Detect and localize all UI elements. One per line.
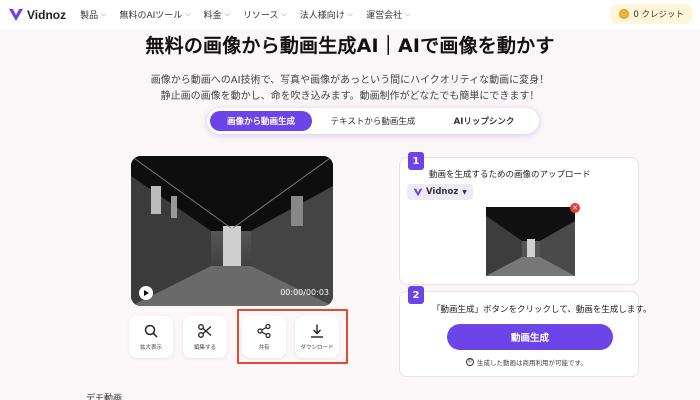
remove-image-button[interactable]: ✕ [570,203,580,213]
page-title: 無料の画像から動画生成AI｜AIで画像を動かす [145,35,555,57]
uploaded-image-thumbnail[interactable] [486,207,575,276]
copyright-icon: © [466,358,474,366]
demo-video-label: デモ動画 [86,394,123,400]
video-player[interactable]: 00:00/00:03 [131,156,333,306]
logo[interactable]: Vidnoz [8,8,66,22]
tab-ai-lipsync[interactable]: AIリップシンク [434,111,534,131]
chevron-down-icon: ⌵ [101,10,107,18]
caret-down-icon: ▼ [462,188,467,196]
nav-item-business[interactable]: 法人様向け ⌵ [300,8,353,21]
nav-item-label: 製品 [80,11,99,21]
nav-item-resources[interactable]: リソース ⌵ [243,8,287,21]
note-text: 生成した動画は商用利用が可能です。 [477,359,587,367]
coin-icon [619,9,630,19]
play-icon [144,290,149,296]
nav-item-label: 運営会社 [366,11,403,21]
play-button[interactable] [139,286,153,300]
step1-text: 動画を生成するための画像のアップロード [429,170,591,180]
nav-item-products[interactable]: 製品 ⌵ [80,8,106,21]
tool-label: 編集する [193,345,216,351]
step2-number: 2 [408,286,424,304]
nav-item-label: リソース [242,11,279,21]
subtitle-line-1: 画像から動画へのAI技術で、写真や画像があっという間にハイクオリティな動画に変身… [150,75,550,86]
chevron-down-icon: ⌵ [185,10,191,18]
scissors-icon [198,324,212,338]
chevron-down-icon: ⌵ [347,10,354,18]
nav-item-label: 法人様向け [299,11,345,21]
vidnoz-logo-icon [8,8,24,22]
chevron-down-icon: ⌵ [405,10,411,18]
mode-tabs: 画像から動画生成 テキストから動画生成 AIリップシンク [207,108,539,134]
edit-button[interactable]: 編集する [183,316,227,358]
highlight-annotation-box [237,309,348,364]
chevron-down-icon: ⌵ [224,10,230,18]
close-icon: ✕ [572,204,578,212]
credit-label: 0 クレジット [633,10,684,20]
step1-number: 1 [408,152,424,170]
uploaded-image [486,207,575,276]
subtitle-line-2: 静止画の画像を動かし、命を吹き込みます。動画制作がどなたでも簡単にできます！ [160,91,540,102]
source-selector[interactable]: Vidnoz ▼ [407,184,473,200]
nav-item-company[interactable]: 運営会社 ⌵ [366,8,410,21]
source-label: Vidnoz [426,187,459,197]
nav-item-pricing[interactable]: 料金 ⌵ [204,8,230,21]
logo-text: Vidnoz [27,7,67,22]
chevron-down-icon: ⌵ [281,10,287,18]
nav-item-label: 料金 [203,11,222,21]
search-icon [144,324,158,338]
generate-video-button[interactable]: 動画生成 [447,324,613,350]
tool-label: 拡大表示 [139,345,162,351]
tab-text-to-video[interactable]: テキストから動画生成 [312,111,434,131]
step2-panel: 2 「動画生成」ボタンをクリックして、動画を生成します。 動画生成 © 生成した… [399,286,651,377]
tab-image-to-video[interactable]: 画像から動画生成 [210,111,312,131]
top-nav: Vidnoz 製品 ⌵ 無料のAIツール ⌵ 料金 ⌵ リソース ⌵ 法人様向け ⌵ 運営… [0,0,700,29]
step2-text: 「動画生成」ボタンをクリックして、動画を生成します。 [432,305,652,315]
step1-panel: 1 動画を生成するための画像のアップロード Vidnoz ▼ ✕ [399,152,639,285]
vidnoz-logo-icon [413,188,423,196]
video-time: 00:00/00:03 [280,288,329,297]
zoom-button[interactable]: 拡大表示 [129,316,173,358]
video-frame-image [131,156,333,306]
nav-item-label: 無料のAIツール [119,11,183,21]
commercial-use-note: © 生成した動画は商用利用が可能です。 [466,357,587,367]
credit-badge[interactable]: 0 クレジット [611,4,692,24]
nav-item-free-ai-tools[interactable]: 無料のAIツール ⌵ [119,8,190,21]
